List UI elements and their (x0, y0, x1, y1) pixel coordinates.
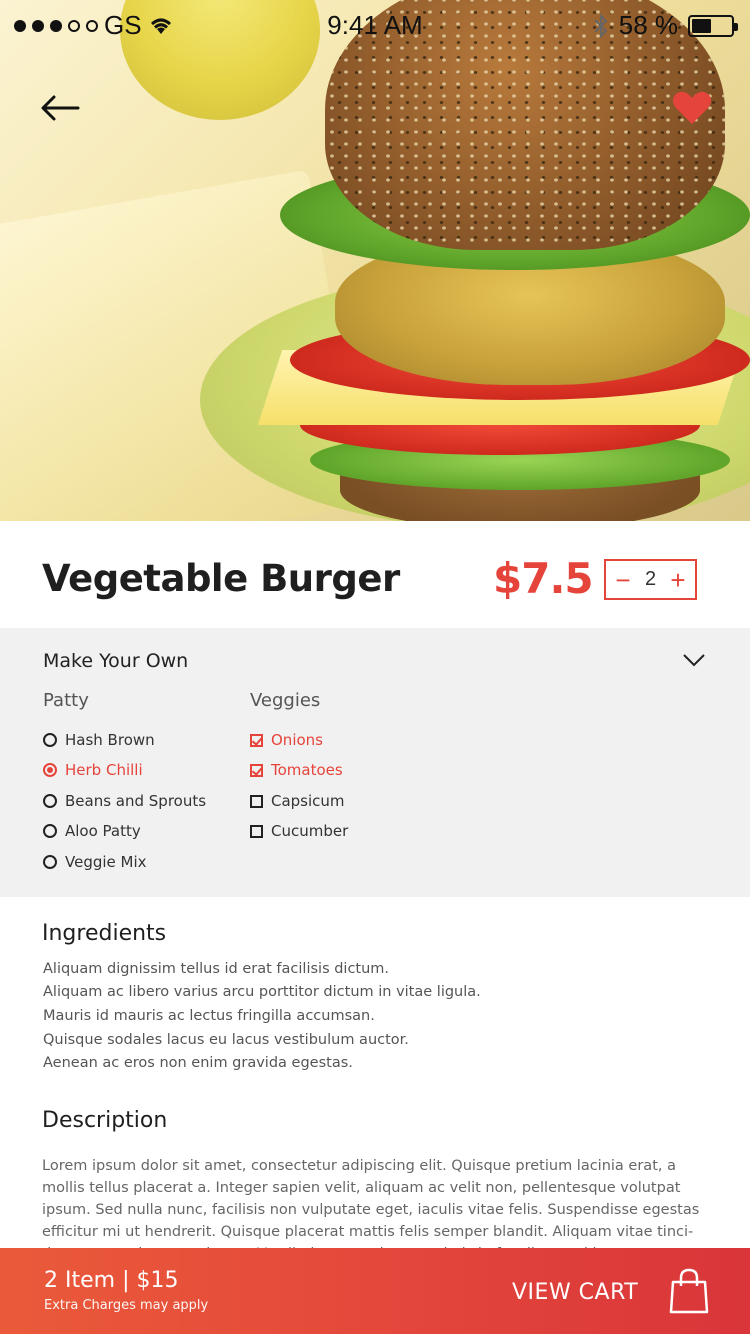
radio-selected-icon[interactable] (43, 763, 57, 777)
quantity-stepper: − 2 + (604, 559, 697, 600)
ingredients-title: Ingredients (42, 921, 167, 946)
option-label: Herb Chilli (65, 761, 143, 779)
checkbox-icon[interactable] (250, 824, 263, 838)
battery-percent: 58 % (618, 10, 678, 40)
patty-option-beans-sprouts[interactable]: Beans and Sprouts (43, 792, 206, 810)
hero-image (0, 0, 750, 521)
option-label: Beans and Sprouts (65, 792, 207, 810)
option-label: Hash Brown (65, 731, 155, 749)
patty-option-aloo-patty[interactable]: Aloo Patty (43, 822, 141, 840)
veggie-option-onions[interactable]: Onions (250, 731, 323, 749)
checkbox-checked-icon[interactable] (250, 763, 263, 777)
heart-icon[interactable] (672, 90, 712, 126)
checkbox-checked-icon[interactable] (250, 733, 263, 747)
bluetooth-icon (594, 13, 608, 38)
option-label: Capsicum (271, 792, 345, 810)
option-label: Aloo Patty (65, 822, 141, 840)
patty-option-veggie-mix[interactable]: Veggie Mix (43, 853, 147, 871)
cart-note: Extra Charges may apply (44, 1298, 209, 1313)
customize-title[interactable]: Make Your Own (43, 650, 188, 672)
description-title: Description (42, 1108, 168, 1133)
veggie-option-capsicum[interactable]: Capsicum (250, 792, 345, 810)
ingredient-line: Aliquam ac libero varius arcu porttitor … (43, 984, 481, 1000)
option-label: Veggie Mix (65, 853, 147, 871)
product-header: Vegetable Burger $7.5 − 2 + (0, 521, 750, 628)
radio-icon[interactable] (43, 733, 57, 747)
patty-option-hash-brown[interactable]: Hash Brown (43, 731, 155, 749)
veggie-option-cucumber[interactable]: Cucumber (250, 822, 348, 840)
product-title: Vegetable Burger (42, 557, 400, 600)
status-bar: GS 9:41 AM 58 % (0, 0, 750, 52)
product-price: $7.5 (493, 554, 594, 603)
veggies-title: Veggies (250, 690, 321, 711)
ingredient-line: Quisque sodales lacus eu lacus vestibulu… (43, 1032, 409, 1048)
checkbox-icon[interactable] (250, 794, 263, 808)
decrement-button[interactable]: − (614, 567, 632, 593)
ingredient-line: Mauris id mauris ac lectus fringilla acc… (43, 1008, 375, 1024)
status-right: 58 % (593, 10, 738, 41)
veggie-option-tomatoes[interactable]: Tomatoes (250, 761, 343, 779)
patty-option-herb-chilli[interactable]: Herb Chilli (43, 761, 143, 779)
radio-icon[interactable] (43, 855, 57, 869)
radio-icon[interactable] (43, 824, 57, 838)
back-arrow-icon[interactable] (38, 92, 82, 124)
increment-button[interactable]: + (669, 567, 687, 593)
burger-illustration (250, 0, 750, 521)
option-label: Cucumber (271, 822, 349, 840)
option-label: Onions (271, 731, 323, 749)
shopping-bag-icon[interactable] (668, 1268, 710, 1314)
cart-bar[interactable]: 2 Item | $15 Extra Charges may apply VIE… (0, 1248, 750, 1334)
ingredient-line: Aliquam dignissim tellus id erat facilis… (43, 961, 390, 977)
patty-title: Patty (43, 690, 89, 711)
ingredient-line: Aenean ac eros non enim gravida egestas. (43, 1055, 353, 1071)
cart-summary: 2 Item | $15 (44, 1268, 179, 1293)
customize-panel: Make Your Own Patty Veggies Hash Brown H… (0, 628, 750, 897)
battery-icon (688, 14, 738, 37)
view-cart-button[interactable]: VIEW CART (512, 1280, 638, 1305)
chevron-down-icon[interactable] (682, 650, 706, 670)
quantity-value: 2 (644, 568, 657, 590)
option-label: Tomatoes (271, 761, 343, 779)
radio-icon[interactable] (43, 794, 57, 808)
